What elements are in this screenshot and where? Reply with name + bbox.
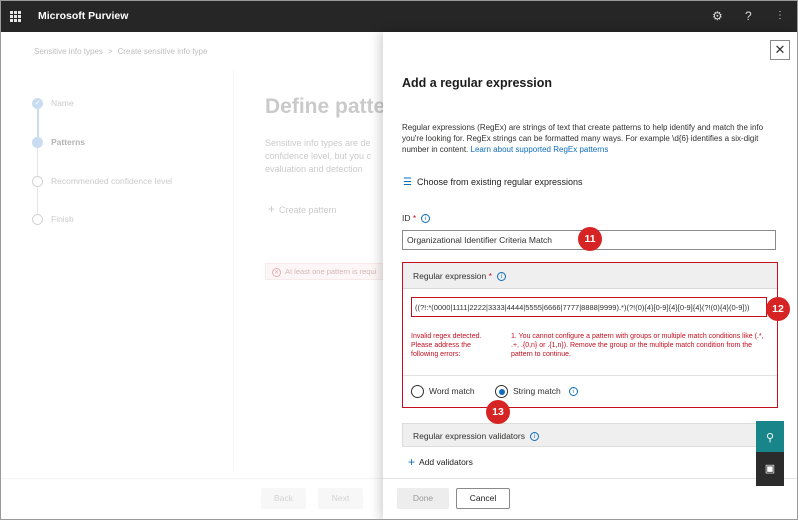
next-button[interactable]: Next [318,488,363,509]
id-label-text: ID [402,213,411,223]
pattern-error-text: At least one pattern is requi [285,267,377,276]
wizard-step-label: Finish [51,214,74,224]
create-pattern-button[interactable]: + Create pattern [268,202,337,216]
info-icon[interactable]: i [529,432,539,442]
info-icon[interactable]: i [496,272,506,282]
validators-label: Regular expression validators i [413,431,539,442]
wizard-step-label: Recommended confidence level [51,176,172,186]
radio-off-icon [411,385,424,398]
help-icon[interactable]: ? [745,9,752,23]
error-icon: ✕ [272,268,281,277]
plus-icon: + [408,455,416,469]
create-pattern-label: Create pattern [279,205,337,215]
info-icon[interactable]: i [421,214,431,224]
regex-section: Regular expression * i Invalid regex dete… [402,262,778,408]
list-icon: ☰ [403,177,412,188]
required-marker: * [488,271,492,281]
help-chat-icon[interactable]: ⚲ [756,421,784,455]
validators-header[interactable]: Regular expression validators i [402,423,778,447]
info-icon[interactable]: i [568,387,578,396]
step-badge: 12 [766,297,790,321]
page-title: Define patte [265,95,386,118]
pending-step-icon [32,176,43,187]
divider [233,70,234,470]
word-match-radio[interactable]: Word match [411,385,475,398]
word-match-label: Word match [429,385,475,396]
back-button[interactable]: Back [261,488,306,509]
app-title[interactable]: Microsoft Purview [38,10,128,22]
regex-error-detail: 1. You cannot configure a pattern with g… [511,333,764,358]
close-button[interactable]: ✕ [770,40,790,60]
id-field-label: ID * i [402,213,431,224]
string-match-radio[interactable]: String match i [495,385,578,398]
step-badge: 11 [578,227,602,251]
regex-section-header: Regular expression * i [403,263,777,289]
validators-label-text: Regular expression validators [413,431,525,441]
breadcrumb: Sensitive info types > Create sensitive in… [34,47,207,56]
breadcrumb-item-sensitive-info-types[interactable]: Sensitive info types [34,47,103,56]
pending-step-icon [32,214,43,225]
regex-label-text: Regular expression [413,271,487,281]
more-icon[interactable]: ⋮ [775,10,785,21]
match-type-group: Word match String match i [403,375,777,407]
wizard-step-label: Patterns [51,137,86,147]
panel-title: Add a regular expression [402,76,553,90]
done-button[interactable]: Done [397,488,449,509]
step-badge: 13 [486,400,510,424]
breadcrumb-item-create: Create sensitive info type [117,47,208,56]
required-marker: * [412,213,417,223]
wizard-step-label: Name [51,98,74,108]
current-step-icon [32,137,43,148]
cancel-button[interactable]: Cancel [456,488,510,509]
feedback-icon[interactable]: ▣ [756,452,784,486]
check-icon: ✓ [32,98,43,109]
regex-error-summary: Invalid regex detected. Please address t… [411,333,482,358]
panel-description: Regular expressions (RegEx) are strings … [402,122,782,155]
plus-icon: + [268,202,276,216]
choose-existing-regex-button[interactable]: ☰ Choose from existing regular expression… [403,177,583,188]
radio-on-icon [495,385,508,398]
page-description: Sensitive info types are de confidence l… [265,138,372,174]
top-bar: Microsoft Purview ⚙ ? ⋮ [0,0,798,32]
breadcrumb-separator: > [107,47,113,56]
gear-icon[interactable]: ⚙ [712,9,723,23]
pattern-error-banner: ✕ At least one pattern is requi [265,263,390,280]
regex-input[interactable] [411,297,767,317]
regex-field-label: Regular expression * i [413,271,506,282]
learn-regex-link[interactable]: Learn about supported RegEx patterns [471,145,609,154]
waffle-icon[interactable] [10,11,21,22]
choose-existing-label: Choose from existing regular expressions [416,177,583,187]
add-validators-button[interactable]: + Add validators [408,455,473,469]
string-match-label: String match [513,385,561,396]
add-validators-label: Add validators [419,457,473,467]
